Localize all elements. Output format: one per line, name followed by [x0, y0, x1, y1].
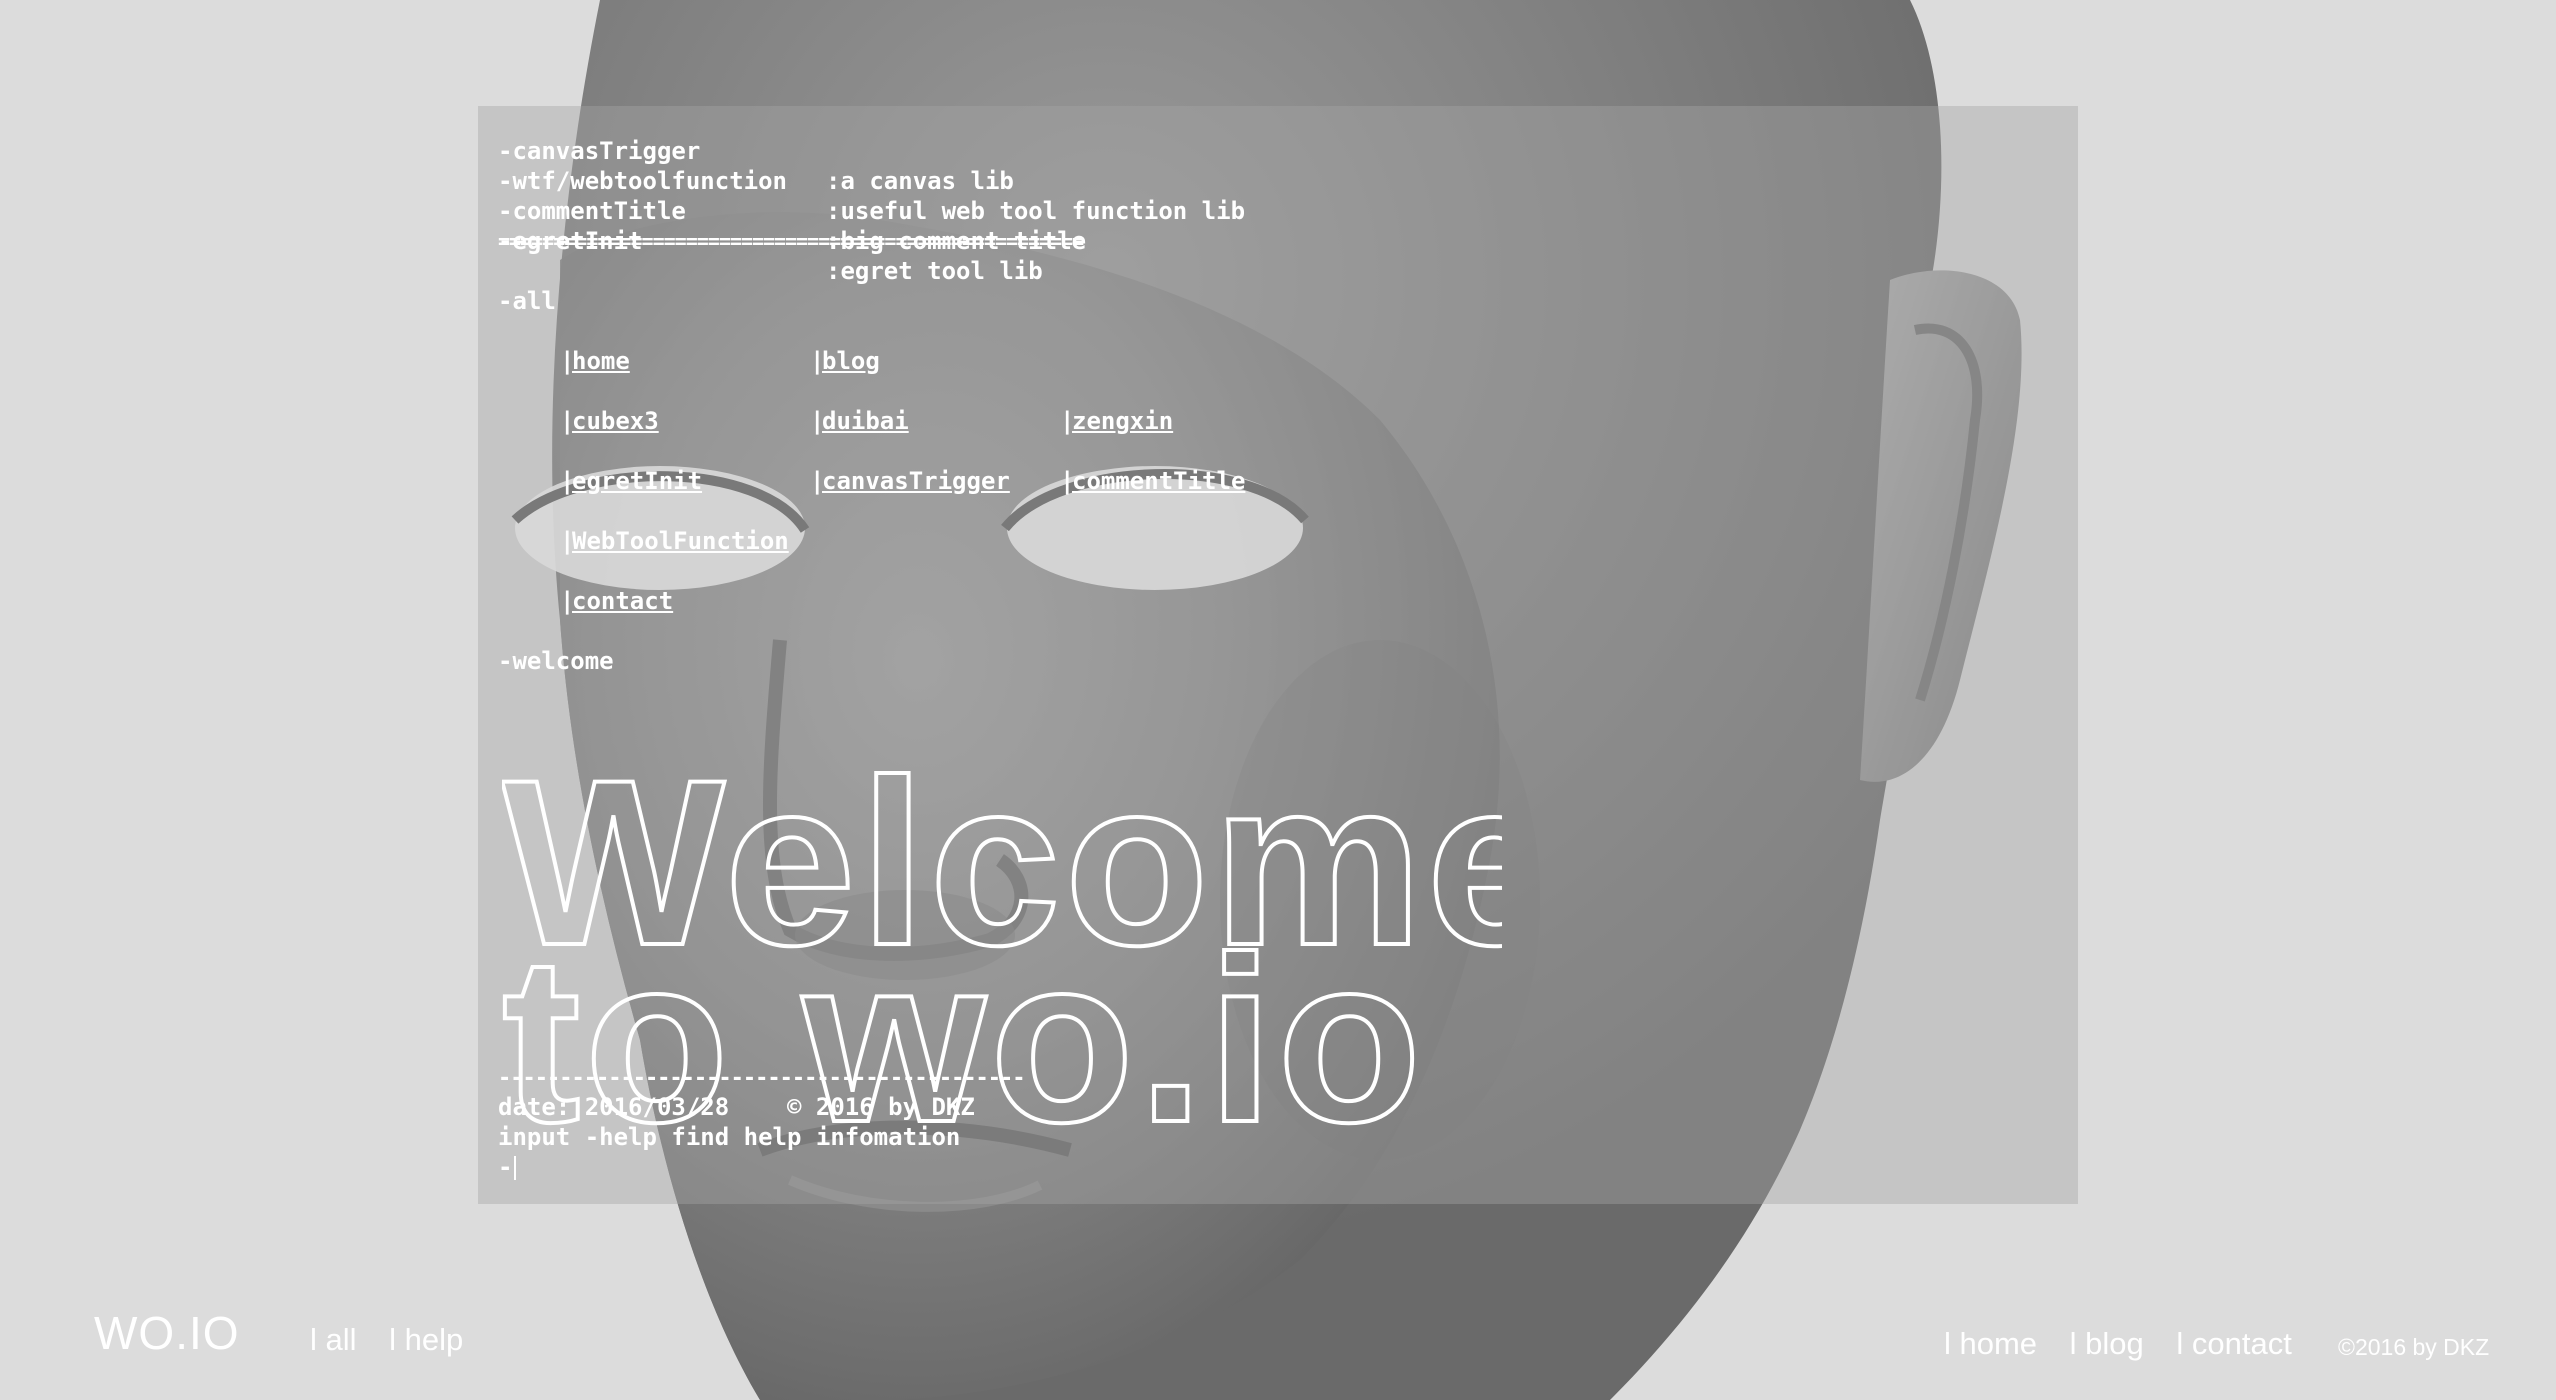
- link-pipe: |: [810, 347, 825, 375]
- footer-right-nav: l home l blog l contact: [1944, 1326, 2316, 1362]
- footer-nav-contact[interactable]: l contact: [2176, 1326, 2291, 1361]
- link-contact[interactable]: contact: [572, 587, 673, 615]
- footer-nav-help[interactable]: l help: [389, 1322, 463, 1357]
- link-pipe: |: [560, 587, 575, 615]
- text-cursor: [514, 1156, 517, 1180]
- link-pipe: |: [560, 347, 575, 375]
- lib-description: :egret tool lib: [826, 257, 1043, 285]
- lib-line-commentTitle: -commentTitle :big comment title: [498, 166, 1998, 255]
- footer-nav-all[interactable]: l all: [310, 1322, 357, 1357]
- all-section-label: -all: [498, 287, 556, 315]
- link-egretInit[interactable]: egretInit: [572, 467, 702, 495]
- brand-logo[interactable]: WO.IO: [94, 1306, 240, 1360]
- link-pipe: |: [560, 527, 575, 555]
- link-webToolFunction[interactable]: WebToolFunction: [572, 527, 789, 555]
- link-pipe: |: [560, 467, 575, 495]
- lib-line-wtf: -wtf/webtoolfunction :useful web tool fu…: [498, 136, 1998, 225]
- footer-nav-home[interactable]: l home: [1944, 1326, 2037, 1361]
- lib-line-canvasTrigger: -canvasTrigger :a canvas lib: [498, 106, 1998, 195]
- double-rule: ========================================…: [498, 229, 1084, 253]
- footer-copyright: ©2016 by DKZ: [2338, 1334, 2490, 1360]
- link-pipe: |: [1060, 467, 1075, 495]
- terminal-panel: -canvasTrigger :a canvas lib -wtf/webtoo…: [478, 106, 2078, 1204]
- prompt-symbol: -: [498, 1153, 513, 1181]
- link-cubex3[interactable]: cubex3: [572, 407, 659, 435]
- footer-nav-blog[interactable]: l blog: [2070, 1326, 2144, 1361]
- link-canvasTrigger[interactable]: canvasTrigger: [822, 467, 1010, 495]
- lib-line-egretInit: -egretInit :egret tool lib: [498, 196, 1998, 285]
- link-commentTitle[interactable]: commentTitle: [1072, 467, 1245, 495]
- link-pipe: |: [810, 467, 825, 495]
- footer-left-nav: l all l help: [310, 1322, 487, 1358]
- welcome-section-label: -welcome: [498, 647, 614, 675]
- single-rule: ----------------------------------------…: [498, 1066, 1026, 1091]
- link-zengxin[interactable]: zengxin: [1072, 407, 1173, 435]
- help-line: input -help find help infomation: [498, 1123, 961, 1151]
- link-home[interactable]: home: [572, 347, 630, 375]
- link-pipe: |: [560, 407, 575, 435]
- link-pipe: |: [1060, 407, 1075, 435]
- date-line: date: 2016/03/28 © 2016 by DKZ: [498, 1093, 975, 1121]
- link-blog[interactable]: blog: [822, 347, 880, 375]
- command-prompt[interactable]: -: [498, 1152, 517, 1182]
- link-pipe: |: [810, 407, 825, 435]
- link-duibai[interactable]: duibai: [822, 407, 909, 435]
